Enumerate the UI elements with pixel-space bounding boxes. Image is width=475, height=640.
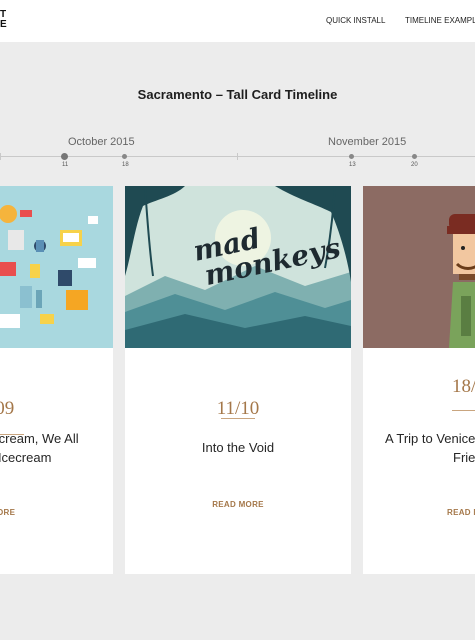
timeline-event-dot[interactable] — [122, 154, 127, 159]
site-logo[interactable]: T E — [0, 10, 7, 30]
timeline-tick — [237, 153, 238, 160]
card-date: 18/ — [452, 376, 475, 397]
card-title[interactable]: A Trip to Venice Frie — [380, 429, 475, 467]
read-more-link[interactable]: READ M — [447, 508, 475, 517]
day-label: 13 — [349, 162, 356, 168]
timeline-card[interactable]: /09 Scream, We All r Icecream MORE — [0, 186, 113, 574]
nav-timeline-examples[interactable]: TIMELINE EXAMPLES — [405, 16, 475, 25]
card-title-line: r Icecream — [0, 450, 52, 465]
mad-monkeys-image: mad monkeys — [125, 186, 351, 348]
card-date: /09 — [0, 398, 15, 419]
timeline-event-dot-active[interactable] — [61, 153, 68, 160]
card-title-line: Scream, We All — [0, 431, 79, 446]
read-more-link[interactable]: MORE — [0, 508, 15, 517]
read-more-link[interactable]: READ MORE — [125, 500, 351, 509]
card-title-line: Frie — [453, 450, 475, 465]
timeline-tick — [0, 153, 1, 160]
card-title[interactable]: Scream, We All r Icecream — [0, 429, 79, 467]
nav-quick-install[interactable]: QUICK INSTALL — [326, 16, 385, 25]
timeline-event-dot[interactable] — [412, 154, 417, 159]
date-underline — [221, 418, 255, 419]
day-label: 20 — [411, 162, 418, 168]
shopping-infographic-image — [0, 186, 113, 348]
timeline-card[interactable]: 18/ A Trip to Venice Frie READ M — [363, 186, 475, 574]
page-title: Sacramento – Tall Card Timeline — [137, 87, 338, 102]
timeline-card[interactable]: mad monkeys 11/10 Into the Void READ MOR… — [125, 186, 351, 574]
top-navigation-bar: T E QUICK INSTALL TIMELINE EXAMPLES — [0, 0, 475, 42]
day-label: 18 — [122, 162, 129, 168]
month-label-november: November 2015 — [328, 136, 407, 148]
logo-line-2: E — [0, 19, 8, 30]
character-avatar-image — [363, 186, 475, 348]
card-title[interactable]: Into the Void — [125, 438, 351, 457]
date-underline — [452, 410, 475, 411]
month-label-october: October 2015 — [68, 136, 135, 148]
card-date: 11/10 — [216, 398, 260, 419]
day-label: 11 — [62, 162, 69, 168]
timeline-event-dot[interactable] — [349, 154, 354, 159]
card-title-line: A Trip to Venice — [385, 431, 475, 446]
